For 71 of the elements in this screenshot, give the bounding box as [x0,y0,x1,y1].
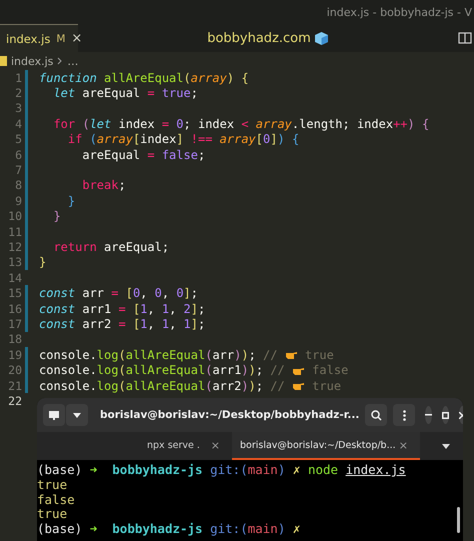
line-number: 11 [7,224,22,239]
line-number: 8 [14,178,22,192]
line-number: 2 [14,86,22,100]
terminal-line: false [37,492,75,506]
code-line: const arr2 = [1, 1, 1]; [39,316,206,331]
editor-tab[interactable]: index.js M × [0,24,78,52]
pointing-hand-icon [284,349,298,360]
new-terminal-icon [48,410,60,420]
line-number: 1 [14,70,22,85]
window-title: index.js - bobbyhadz-js - V [326,6,472,18]
line-number: 21 [7,378,22,392]
code-line: let areEqual = true; [52,86,198,100]
caret-icon[interactable] [442,444,450,448]
cube-icon [314,30,329,46]
line-number: 6 [14,148,22,162]
code-line: function allAreEqual(array) { [39,70,249,85]
code-line: if (array[index] !== array[0]) { [66,132,300,146]
pointing-hand-icon [292,380,305,391]
search-button[interactable] [365,404,388,426]
line-number: 4 [14,116,22,131]
scrollbar[interactable] [457,507,460,533]
code-line: console.log(allAreEqual(arr)); // true [39,348,334,362]
minimize-icon [425,414,432,416]
terminal-tab[interactable]: borislav@borislav:~/Desktop/b... × [232,432,420,460]
code-line: } [66,194,76,208]
line-number: 22 [7,394,22,408]
code-line: for (let index = 0; index < array.length; index++) { [52,116,430,131]
terminal-title: borislav@borislav:~/Desktop/bobbyhadz-r... [99,409,360,421]
chevron-icon [57,57,64,65]
site-title: bobbyhadz.com [207,30,311,46]
line-number: 20 [7,363,22,378]
new-tab-button[interactable] [43,404,65,426]
code-line: console.log(allAreEqual(arr1)); // false [39,363,348,378]
js-file-icon [0,56,7,66]
split-editor-icon[interactable] [458,31,472,45]
maximize-button[interactable] [442,406,450,424]
line-number: 14 [7,270,22,285]
code-line: } [39,255,46,270]
breadcrumb-item[interactable]: index.js [11,54,54,68]
line-number: 17 [7,316,22,331]
line-number: 12 [7,240,22,254]
minimize-button[interactable] [425,406,432,424]
line-number: 10 [7,209,22,224]
menu-button[interactable] [393,404,416,426]
code-line: const arr1 = [1, 1, 2]; [39,302,206,316]
code-line: return areEqual; [52,240,170,254]
line-number: 19 [7,348,22,362]
line-number: 9 [14,194,22,208]
dropdown-button[interactable] [66,404,88,426]
search-icon [370,410,382,420]
line-number: 7 [14,163,22,178]
menu-icon [402,410,406,420]
line-number: 15 [7,286,22,300]
code-line: const arr = [0, 0, 0]; [39,286,198,300]
caret-icon [73,412,81,418]
code-line: console.log(allAreEqual(arr2)); // true [39,378,342,392]
terminal-line: (base) ➜ bobbyhadz-js git:(main) ✗ node index.js [37,462,406,477]
terminal-line: true [37,476,68,492]
code-line: break; [81,178,126,192]
code-line: } [52,209,61,224]
terminal-line: true [37,506,68,522]
line-number: 18 [7,332,22,346]
line-number: 3 [14,101,22,116]
breadcrumb-item[interactable]: … [67,54,78,68]
line-number: 13 [7,255,22,270]
terminal-line: (base) ➜ bobbyhadz-js git:(main) ✗ [37,521,300,536]
line-number: 16 [7,302,22,316]
line-number: 5 [14,132,22,146]
terminal-tab[interactable]: npx serve . × [82,432,232,460]
maximize-icon [442,412,450,418]
code-line: areEqual = false; [81,148,206,162]
